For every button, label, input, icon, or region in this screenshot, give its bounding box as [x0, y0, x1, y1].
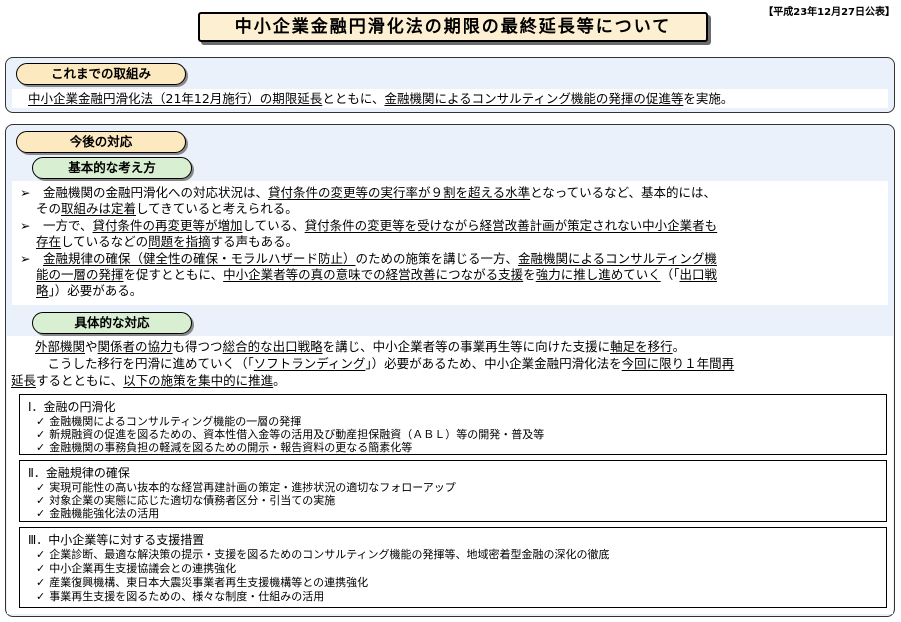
underlined-text: 金融機関によるコンサルティング機能の発揮の促進等: [384, 91, 684, 106]
text-segment: する声もある。: [210, 234, 299, 249]
basic-line: ➢ 金融機関の金融円滑化への対応状況は、貸付条件の変更等の実行率が９割を超える水…: [20, 185, 716, 200]
basic-line: ➢ 金融規律の確保（健全性の確保・モラルハザード防止）のための施策を講じる一方、…: [20, 251, 717, 266]
underlined-text: 貸付条件の変更等を受けながら経営改善計画が策定されない中小企業者も: [304, 218, 718, 233]
text-segment: を講じ、中小企業者等の事業再生等に向けた支援に: [322, 339, 611, 354]
text-segment: しているなどの: [61, 234, 149, 249]
basic-approach-label: 基本的な考え方: [32, 157, 192, 179]
text-segment: してきていると考えられる。: [136, 201, 298, 216]
measure-item: ✓ 事業再生支援を図るための、様々な制度・仕組みの活用: [36, 590, 325, 603]
basic-line: 存在しているなどの問題を指摘する声もある。: [36, 234, 298, 249]
text-segment: 。: [672, 339, 686, 354]
underlined-text: 能の一層の発揮: [36, 267, 124, 282]
underlined-text: 略: [36, 283, 49, 298]
underlined-text: 貸付条件の変更等の実行率が９割を超える水準: [267, 185, 531, 200]
underlined-text: 金融機関によるコンサルティング機: [518, 251, 717, 266]
underlined-text: 以下の施策を集中的に推進: [123, 373, 274, 388]
check-icon: ✓: [36, 441, 46, 454]
text-segment: を: [523, 267, 536, 282]
underlined-text: 中小企業者等の真の意味での経営改善につながる支援: [223, 267, 524, 282]
specific-line: こうした移行を円滑に進めていく（「ソフトランディング」）必要があるため、中小企業…: [35, 356, 735, 371]
measure-box-support: Ⅲ．中小企業等に対する支援措置 ✓ 企業診断、最適な解決策の提示・支援を図るための…: [19, 527, 887, 608]
text-segment: ➢ 一方で、: [20, 218, 93, 233]
text-segment: を促すとともに、: [123, 267, 224, 282]
publication-date: 【平成23年12月27日公表】: [763, 7, 895, 18]
underlined-text: 金融規律の確保（健全性の確保・モラルハザード防止）: [42, 251, 356, 266]
text-segment: とともに、: [322, 91, 385, 106]
underlined-text: 貸付条件の再変更等が増加: [92, 218, 243, 233]
measure-box-discipline: Ⅱ．金融規律の確保 ✓ 実現可能性の高い抜本的な経営再建計画の策定・進捗状況の適切…: [19, 460, 887, 522]
underlined-text: 中小企業金融円滑化法（21年12月施行）の期限延長: [28, 91, 323, 106]
text-segment: 」）必要がある。: [48, 283, 143, 298]
underlined-text: 問題を指摘: [148, 234, 211, 249]
check-icon: ✓: [36, 590, 46, 603]
underlined-text: 総合的な出口戦略: [222, 339, 323, 354]
underlined-text: 今回に限り１年間再: [621, 356, 735, 371]
future-response-label: 今後の対応: [16, 131, 186, 153]
future-response-panel: 今後の対応 基本的な考え方 ➢ 金融機関の金融円滑化への対応状況は、貸付条件の変…: [5, 124, 895, 617]
underlined-text: 延長: [11, 373, 37, 388]
underlined-text: ソフトランディング: [253, 356, 366, 371]
text-segment: その: [36, 201, 62, 216]
specific-response-label: 具体的な対応: [32, 312, 192, 334]
underlined-text: 存在: [36, 234, 62, 249]
underlined-text: 強力に推し進めていく: [535, 267, 661, 282]
basic-line: 略」）必要がある。: [36, 283, 142, 298]
measure-box-finance: Ⅰ．金融の円滑化 ✓ 金融機関によるコンサルティング機能の一層の発揮 ✓ 新規融資の…: [19, 394, 887, 455]
text-segment: ➢: [20, 251, 43, 266]
specific-response-box: 外部機関や関係者の協力も得つつ総合的な出口戦略を講じ、中小企業者等の事業再生等に…: [7, 336, 893, 614]
past-efforts-box: 中小企業金融円滑化法（21年12月施行）の期限延長とともに、金融機関によるコンサ…: [12, 89, 888, 108]
underlined-text: 関係者の協力: [97, 339, 173, 354]
text-segment: するとともに、: [36, 373, 124, 388]
text-segment: ➢ 金融機関の金融円滑化への対応状況は、: [20, 185, 268, 200]
text-segment: や: [85, 339, 98, 354]
check-icon: ✓: [36, 507, 46, 520]
text-segment: のための施策を講じる一方、: [355, 251, 519, 266]
text-segment: も得つつ: [172, 339, 223, 354]
underlined-text: 取組みは定着: [61, 201, 137, 216]
underlined-text: 外部機関: [35, 339, 86, 354]
text-segment: こうした移行を円滑に進めていく（「: [35, 356, 254, 371]
text-segment: となっているなど、基本的には、: [530, 185, 717, 200]
measure-item: ✓ 金融機能強化法の活用: [36, 507, 160, 520]
basic-line: ➢ 一方で、貸付条件の再変更等が増加している、貸付条件の変更等を受けながら経営改…: [20, 218, 717, 233]
specific-line: 延長するとともに、以下の施策を集中的に推進。: [11, 373, 286, 388]
text-segment: （「: [660, 267, 680, 282]
past-efforts-text: 中小企業金融円滑化法（21年12月施行）の期限延長とともに、金融機関によるコンサ…: [28, 91, 733, 106]
basic-line: 能の一層の発揮を促すとともに、中小企業者等の真の意味での経営改善につながる支援を…: [36, 267, 717, 282]
text-segment: 」）必要があるため、中小企業金融円滑化法を: [365, 356, 622, 371]
basic-approach-box: ➢ 金融機関の金融円滑化への対応状況は、貸付条件の変更等の実行率が９割を超える水…: [12, 181, 888, 305]
measure-item: ✓ 金融機関の事務負担の軽減を図るための開示・報告資料の更なる簡素化等: [36, 441, 413, 454]
past-efforts-label: これまでの取組み: [16, 63, 186, 85]
page-title: 中小企業金融円滑化法の期限の最終延長等について: [198, 12, 708, 42]
underlined-text: 出口戦: [679, 267, 717, 282]
basic-line: その取組みは定着してきていると考えられる。: [36, 201, 298, 216]
text-segment: を実施。: [683, 91, 734, 106]
underlined-text: 軸足を移行: [610, 339, 673, 354]
text-segment: 。: [273, 373, 286, 388]
specific-line: 外部機関や関係者の協力も得つつ総合的な出口戦略を講じ、中小企業者等の事業再生等に…: [35, 339, 685, 354]
past-efforts-panel: これまでの取組み 中小企業金融円滑化法（21年12月施行）の期限延長とともに、金…: [5, 57, 895, 113]
text-segment: している、: [242, 218, 305, 233]
